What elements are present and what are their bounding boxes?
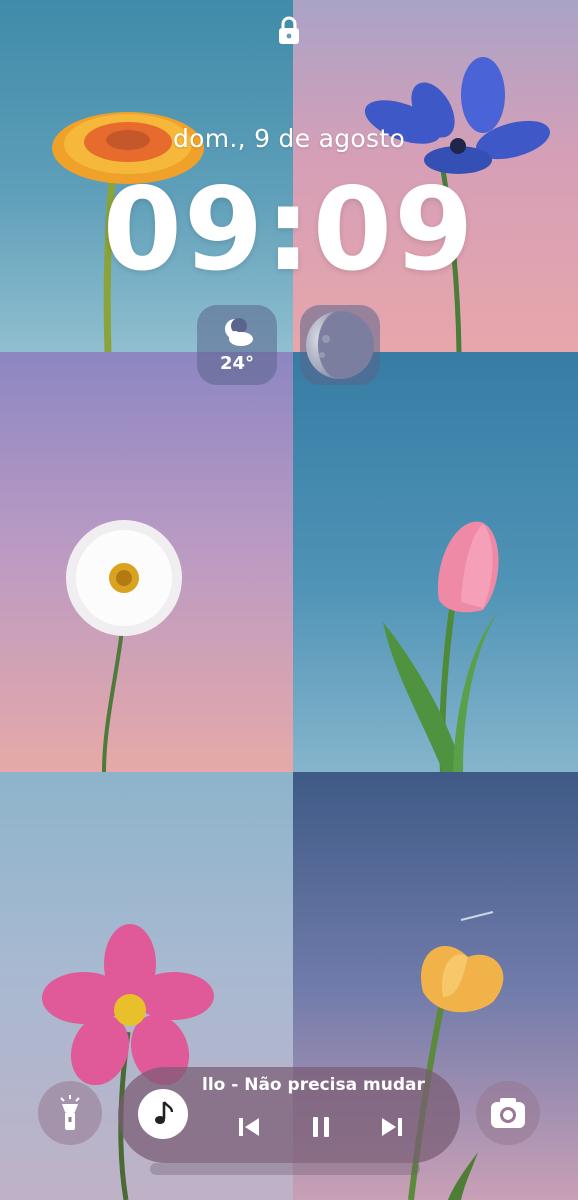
media-player-widget[interactable]: llo - Não precisa mudar xyxy=(118,1067,460,1163)
camera-button[interactable] xyxy=(476,1081,540,1145)
music-app-button[interactable] xyxy=(138,1089,188,1139)
camera-icon xyxy=(491,1098,525,1128)
pause-icon xyxy=(313,1117,329,1137)
previous-track-button[interactable] xyxy=(234,1112,264,1142)
wallpaper-tile-tulip xyxy=(293,352,578,772)
tulip-flower-image xyxy=(383,521,499,772)
weather-moon-cloud-icon xyxy=(225,318,253,346)
lock-icon xyxy=(276,15,302,45)
song-title: llo - Não precisa mudar xyxy=(202,1075,425,1095)
next-track-button[interactable] xyxy=(377,1112,407,1142)
weather-widget[interactable]: 24° xyxy=(197,305,277,385)
moon-phase-icon xyxy=(306,311,374,379)
moon-phase-widget[interactable] xyxy=(300,305,380,385)
wallpaper-tile-daisy xyxy=(0,352,293,772)
pause-button[interactable] xyxy=(306,1112,336,1142)
player-shadow-bar xyxy=(150,1163,420,1175)
lockscreen-date: dom., 9 de agosto xyxy=(172,124,406,153)
daisy-flower-image xyxy=(66,520,182,772)
music-note-icon xyxy=(155,1101,174,1124)
flashlight-icon xyxy=(60,1095,80,1130)
next-icon xyxy=(382,1118,402,1136)
previous-icon xyxy=(239,1118,259,1136)
temperature-label: 24° xyxy=(219,353,255,374)
lockscreen-clock: 09:09 xyxy=(102,163,476,296)
flashlight-button[interactable] xyxy=(38,1081,102,1145)
